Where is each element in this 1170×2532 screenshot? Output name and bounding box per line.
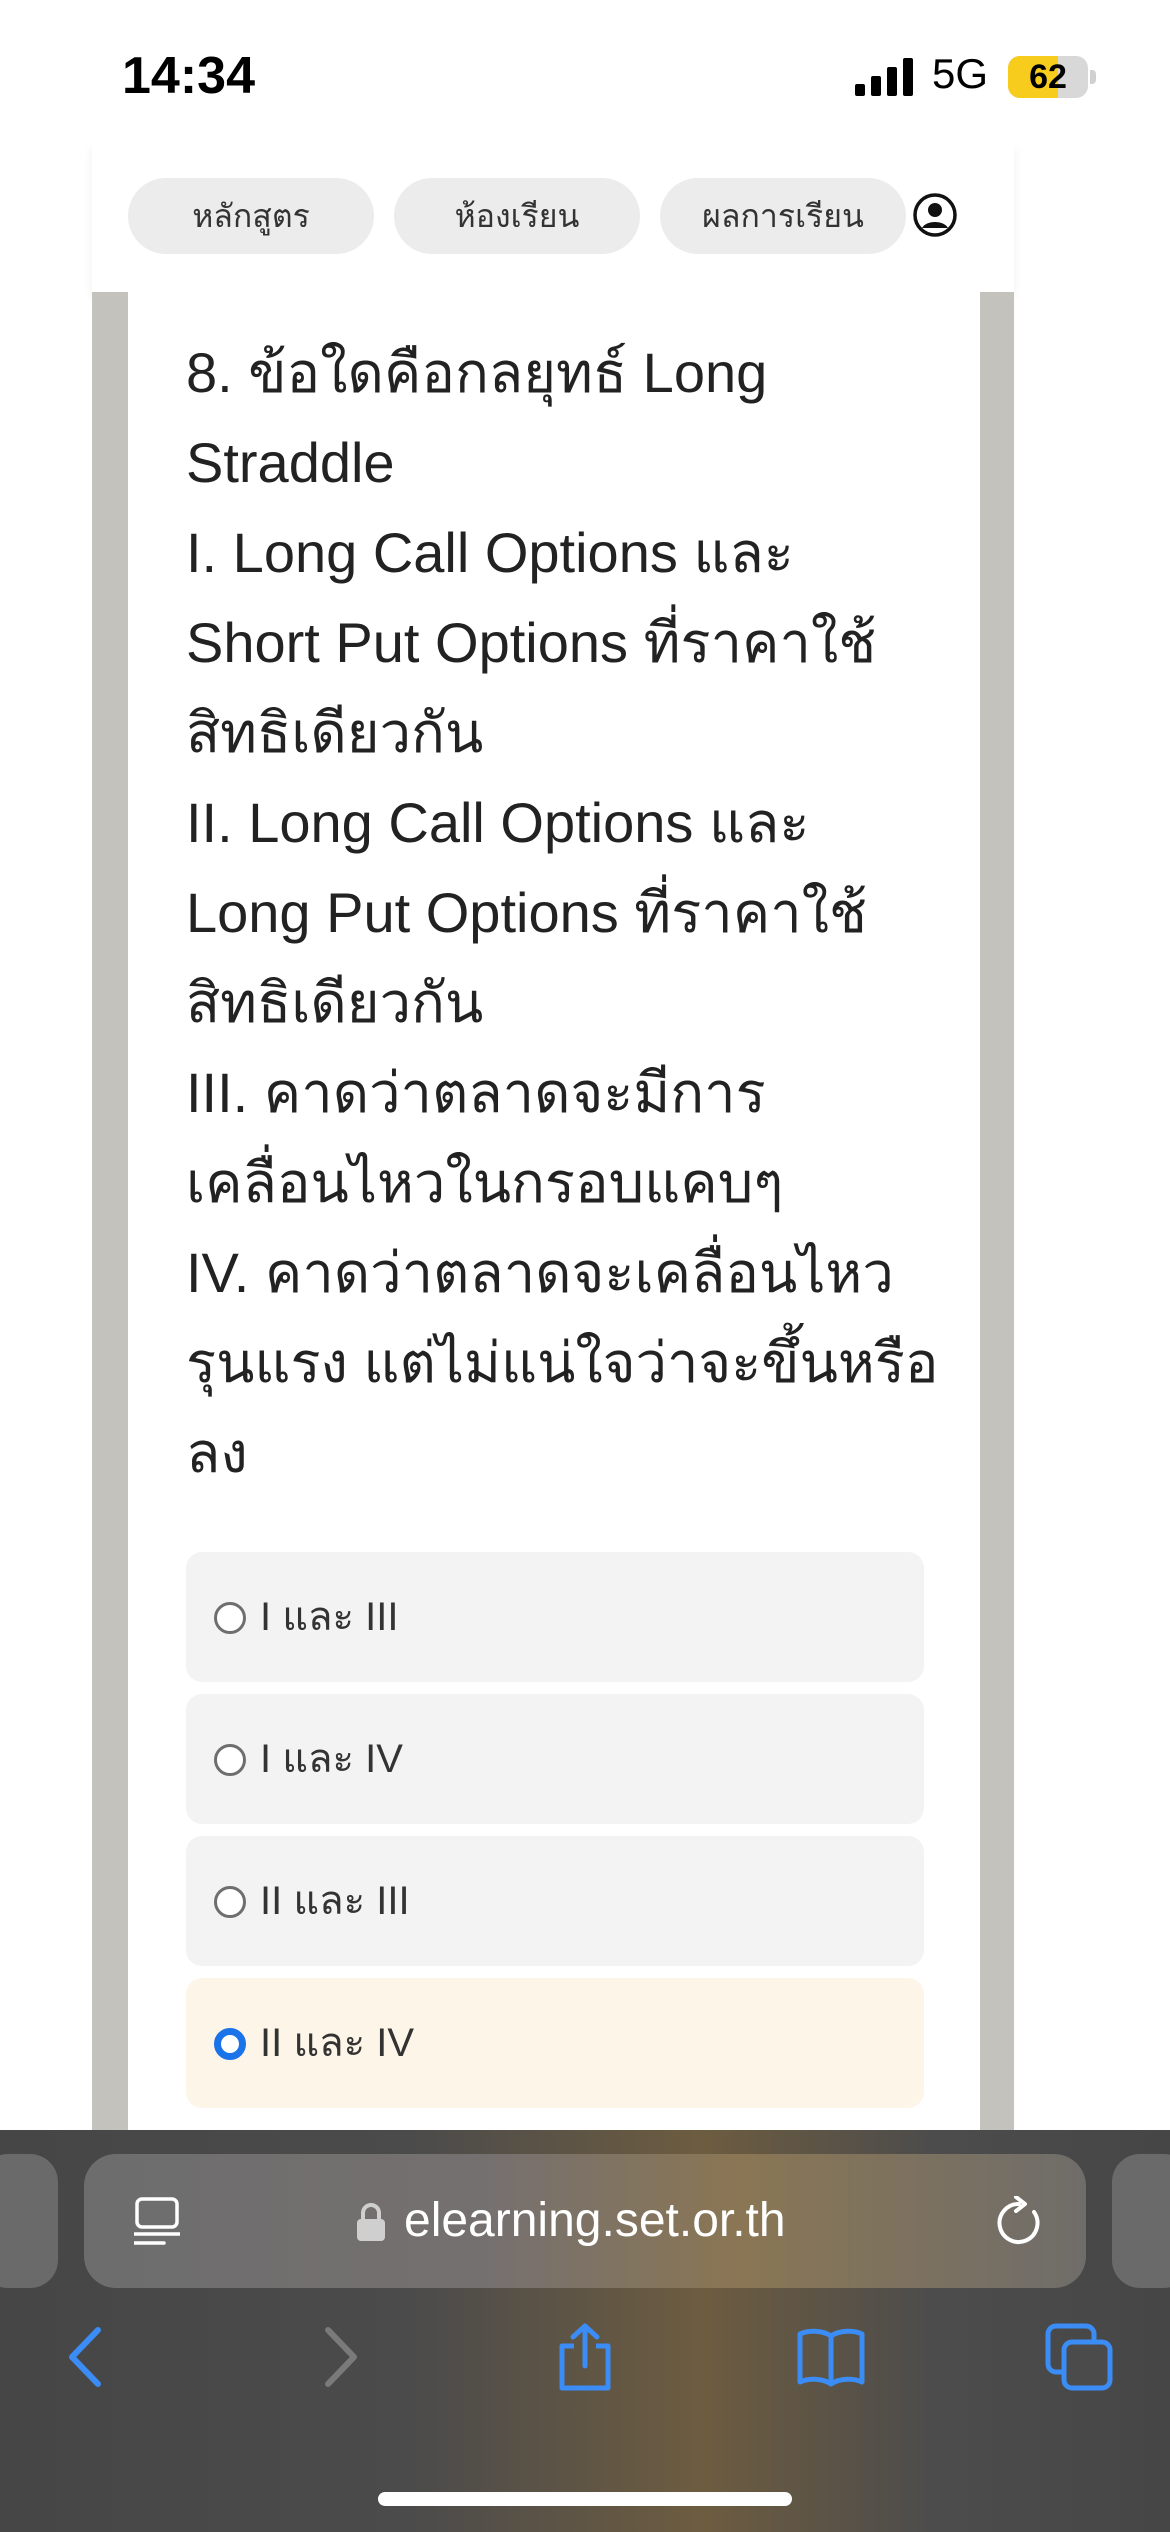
user-account-icon[interactable] [912, 192, 958, 238]
radio-button[interactable] [214, 1886, 246, 1918]
tab-courses[interactable]: หลักสูตร [128, 178, 374, 254]
lock-icon [357, 2203, 385, 2241]
next-tab-preview[interactable] [1112, 2154, 1170, 2288]
question-text: 8. ข้อใดคือกลยุทธ์ Long Straddle I. Long… [186, 328, 946, 1498]
answer-option-3[interactable]: II และ III [186, 1836, 924, 1966]
answer-option-label: II และ IV [260, 2021, 415, 2065]
share-icon[interactable] [550, 2322, 620, 2392]
question-line: สิทธิเดียวกัน [186, 701, 484, 764]
radio-button-selected[interactable] [214, 2028, 246, 2060]
answer-option-2[interactable]: I และ IV [186, 1694, 924, 1824]
question-line: Straddle [186, 431, 395, 494]
battery-percent: 62 [1029, 58, 1067, 96]
tabs-icon[interactable] [1044, 2322, 1114, 2392]
question-line: 8. ข้อใดคือกลยุทธ์ Long [186, 341, 768, 404]
answer-option-label: I และ III [260, 1595, 399, 1639]
network-type: 5G [932, 50, 989, 97]
forward-icon[interactable] [304, 2322, 374, 2392]
question-line: II. Long Call Options และ [186, 791, 810, 854]
bookmarks-icon[interactable] [796, 2322, 866, 2392]
question-line: Short Put Options ที่ราคาใช้ [186, 611, 877, 674]
question-line: เคลื่อนไหวในกรอบแคบๆ [186, 1151, 784, 1214]
status-time: 14:34 [122, 47, 255, 105]
home-indicator[interactable] [378, 2492, 792, 2506]
back-icon[interactable] [52, 2322, 122, 2392]
top-navigation: หลักสูตร ห้องเรียน ผลการเรียน [92, 142, 1014, 292]
answer-option-4[interactable]: II และ IV [186, 1978, 924, 2108]
battery-icon: 62 [1008, 56, 1088, 98]
reload-icon[interactable] [994, 2196, 1044, 2248]
battery-tip [1090, 70, 1096, 84]
question-line: Long Put Options ที่ราคาใช้ [186, 881, 867, 944]
answer-option-label: II และ III [260, 1879, 410, 1923]
radio-button[interactable] [214, 1744, 246, 1776]
tab-classroom[interactable]: ห้องเรียน [394, 178, 640, 254]
status-bar: 14:34 5G 62 [0, 0, 1170, 140]
question-line: สิทธิเดียวกัน [186, 971, 484, 1034]
reader-view-icon[interactable] [134, 2196, 180, 2248]
question-line: รุนแรง แต่ไม่แน่ใจว่าจะขึ้นหรือ [186, 1331, 939, 1394]
previous-tab-preview[interactable] [0, 2154, 58, 2288]
question-line: ลง [186, 1421, 248, 1484]
question-line: III. คาดว่าตลาดจะมีการ [186, 1061, 766, 1124]
answer-option-label: I และ IV [260, 1737, 403, 1781]
radio-button[interactable] [214, 1602, 246, 1634]
answer-option-1[interactable]: I และ III [186, 1552, 924, 1682]
question-line: IV. คาดว่าตลาดจะเคลื่อนไหว [186, 1241, 894, 1304]
tab-results[interactable]: ผลการเรียน [660, 178, 906, 254]
cellular-signal-icon [855, 58, 913, 96]
url-text[interactable]: elearning.set.or.th [404, 2188, 786, 2254]
question-line: I. Long Call Options และ [186, 521, 794, 584]
